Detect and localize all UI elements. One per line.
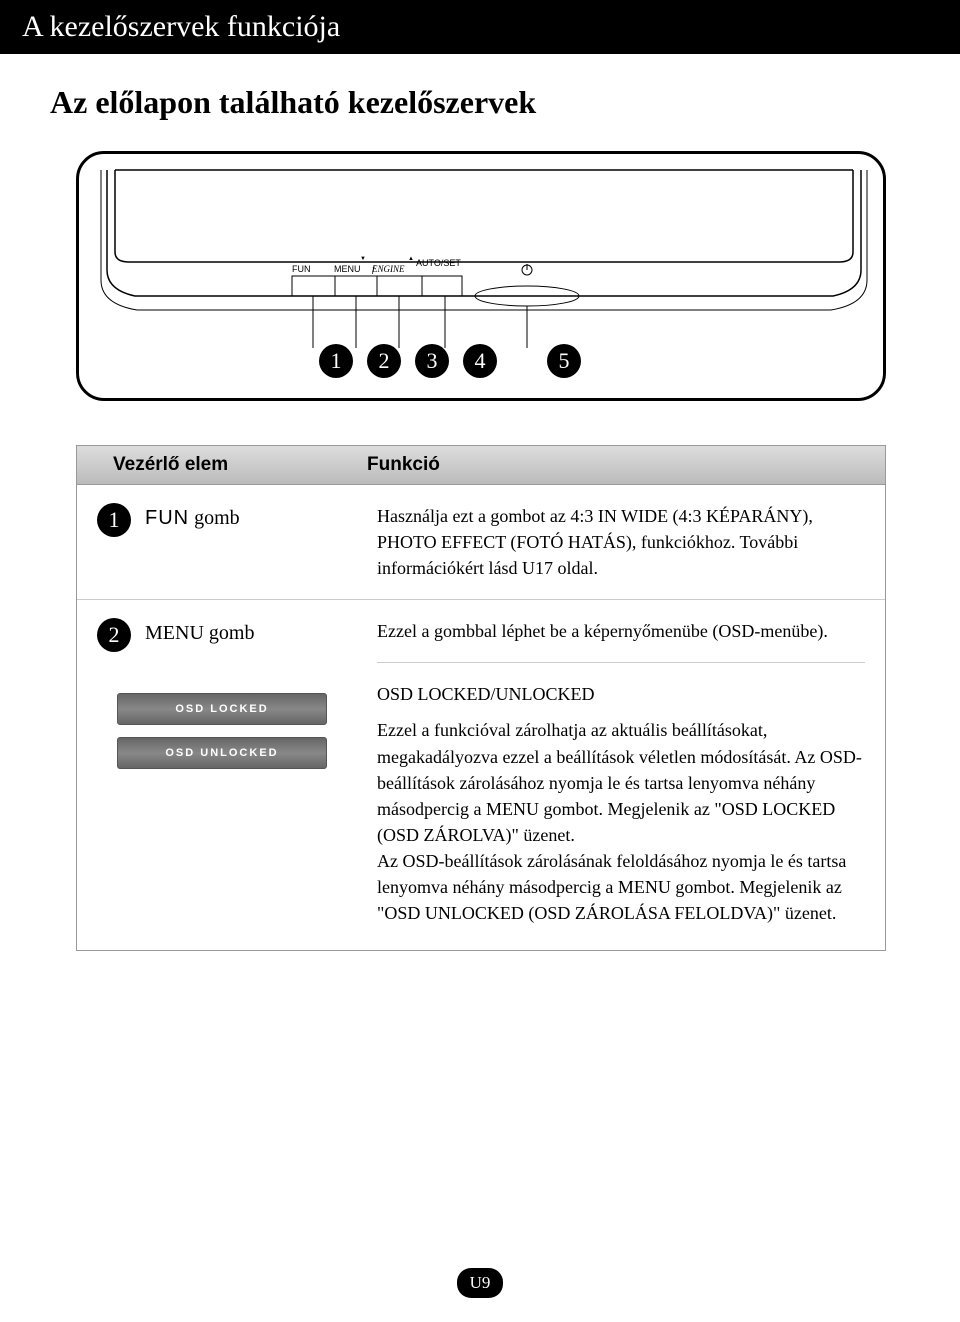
osd-unlocked-badge: OSD UNLOCKED (117, 737, 327, 769)
callout-numbers-row: 1 2 3 4 5 (319, 344, 581, 378)
monitor-diagram: FUN MENU ▼ fENGINE ▲ AUTO/SET 1 2 3 4 5 (76, 151, 886, 401)
callout-2: 2 (367, 344, 401, 378)
btn-label-menu: MENU (334, 264, 361, 274)
osd-badges-col: OSD LOCKED OSD UNLOCKED (97, 681, 377, 926)
btn-label-auto: AUTO/SET (416, 258, 461, 268)
osd-title: OSD LOCKED/UNLOCKED (377, 681, 865, 707)
table-header-row: Vezérlő elem Funkció (77, 446, 885, 485)
callout-5: 5 (547, 344, 581, 378)
controls-table: Vezérlő elem Funkció 1 FUN gomb Használj… (76, 445, 886, 951)
callout-3: 3 (415, 344, 449, 378)
fun-label: FUN (145, 507, 189, 529)
monitor-outline-svg (107, 170, 861, 350)
control-cell-2: 2 MENU gomb (97, 618, 377, 662)
th-function: Funkció (367, 446, 885, 484)
function-desc-1: Használja ezt a gombot az 4:3 IN WIDE (4… (377, 503, 865, 581)
header-title: A kezelőszervek funkciója (22, 10, 340, 43)
page-header: A kezelőszervek funkciója (0, 0, 960, 54)
table-row: 1 FUN gomb Használja ezt a gombot az 4:3… (77, 485, 885, 600)
th-control: Vezérlő elem (77, 446, 367, 484)
row-number-2: 2 (97, 618, 131, 652)
control-name-2: MENU gomb (145, 618, 254, 645)
btn-label-fun: FUN (292, 264, 311, 274)
callout-1: 1 (319, 344, 353, 378)
osd-description: OSD LOCKED/UNLOCKED Ezzel a funkcióval z… (377, 681, 865, 926)
row-number-1: 1 (97, 503, 131, 537)
section-subtitle: Az előlapon található kezelőszervek (50, 84, 960, 121)
arrow-down-icon: ▼ (360, 256, 366, 262)
callout-4: 4 (463, 344, 497, 378)
osd-locked-badge: OSD LOCKED (117, 693, 327, 725)
osd-body-text: Ezzel a funkcióval zárolhatja az aktuáli… (377, 717, 865, 926)
function-desc-2: Ezzel a gombbal léphet be a képernyőmenü… (377, 618, 865, 662)
arrow-up-icon: ▲ (408, 256, 414, 262)
table-row: 2 MENU gomb Ezzel a gombbal léphet be a … (77, 600, 885, 950)
control-cell-1: 1 FUN gomb (97, 503, 377, 581)
page-number: U9 (457, 1268, 503, 1298)
control-name-1: FUN gomb (145, 503, 240, 530)
